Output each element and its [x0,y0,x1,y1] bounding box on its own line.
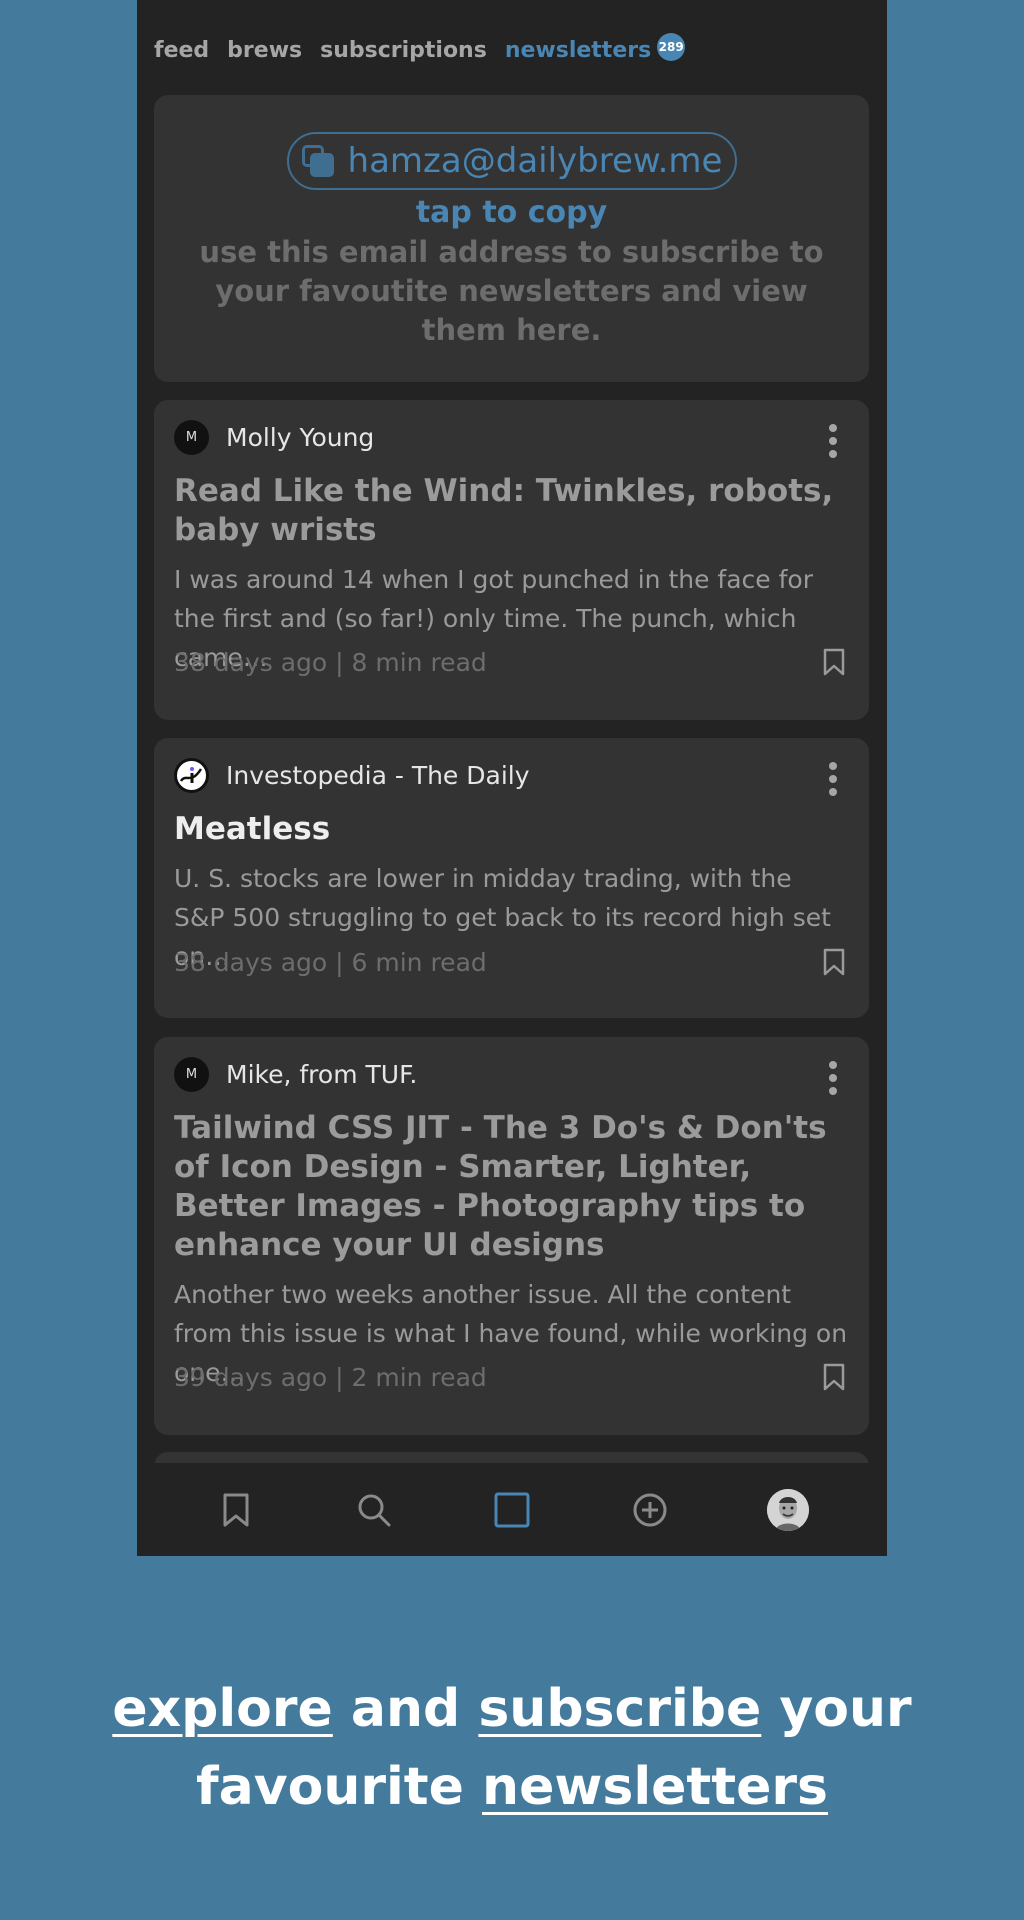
bookmark-icon[interactable] [823,1363,845,1391]
nav-profile[interactable] [758,1480,818,1540]
plus-circle-icon [633,1493,667,1526]
square-icon [494,1492,530,1527]
copy-icon [301,145,334,177]
bookmark-icon[interactable] [823,948,845,976]
post-title[interactable]: Meatless [174,810,849,849]
post-meta: 39 days ago | 2 min read [174,1363,487,1392]
avatar: M [174,420,209,455]
investopedia-logo-icon [174,758,209,793]
tagline-text: favourite [195,1757,483,1817]
top-tabs: feed brews subscriptions newsletters 289 [154,33,686,66]
profile-avatar [767,1488,809,1531]
nav-newsletters[interactable] [482,1480,542,1540]
newsletter-count-badge: 289 [657,33,686,61]
promo-tagline: explore and subscribe your favourite new… [0,1670,1024,1826]
email-address: hamza@dailybrew.me [347,141,723,181]
copy-email-button[interactable]: hamza@dailybrew.me [287,132,737,190]
explore-link[interactable]: explore [112,1679,333,1739]
nav-search[interactable] [344,1480,404,1540]
author-name: Investopedia - The Daily [226,761,530,790]
tab-brews[interactable]: brews [227,36,302,66]
tab-subscriptions[interactable]: subscriptions [320,36,487,66]
newsletters-link[interactable]: newsletters [482,1757,828,1817]
more-options-icon[interactable] [829,424,837,458]
tagline-text: your [761,1679,912,1739]
post-author: Investopedia - The Daily [174,758,530,793]
post-card[interactable]: M Molly Young Read Like the Wind: Twinkl… [154,400,869,720]
post-author: M Mike, from TUF. [174,1057,417,1092]
nav-add[interactable] [620,1480,680,1540]
avatar: M [174,1057,209,1092]
email-card: hamza@dailybrew.me tap to copy use this … [154,95,869,382]
bookmark-icon [223,1493,249,1526]
bottom-nav [137,1463,887,1556]
author-name: Molly Young [226,423,375,452]
post-meta: 38 days ago | 8 min read [174,648,487,677]
post-title[interactable]: Read Like the Wind: Twinkles, robots, ba… [174,472,849,550]
author-name: Mike, from TUF. [226,1060,418,1089]
nav-bookmarks[interactable] [206,1480,266,1540]
post-meta: 38 days ago | 6 min read [174,948,487,977]
app-screen: feed brews subscriptions newsletters 289… [137,0,887,1556]
tagline-text: and [332,1679,479,1739]
tab-feed[interactable]: feed [154,36,209,66]
more-options-icon[interactable] [829,1061,837,1095]
post-author: M Molly Young [174,420,374,455]
post-card[interactable]: Investopedia - The Daily Meatless U. S. … [154,738,869,1018]
post-card[interactable]: M Mike, from TUF. Tailwind CSS JIT - The… [154,1037,869,1435]
tab-newsletters[interactable]: newsletters [505,36,651,66]
more-options-icon[interactable] [829,762,837,796]
tap-to-copy-label[interactable]: tap to copy [154,195,869,230]
bookmark-icon[interactable] [823,648,845,676]
subscribe-link[interactable]: subscribe [478,1679,761,1739]
email-description: use this email address to subscribe to y… [199,235,824,347]
search-icon [358,1494,391,1526]
post-title[interactable]: Tailwind CSS JIT - The 3 Do's & Don'ts o… [174,1109,849,1265]
